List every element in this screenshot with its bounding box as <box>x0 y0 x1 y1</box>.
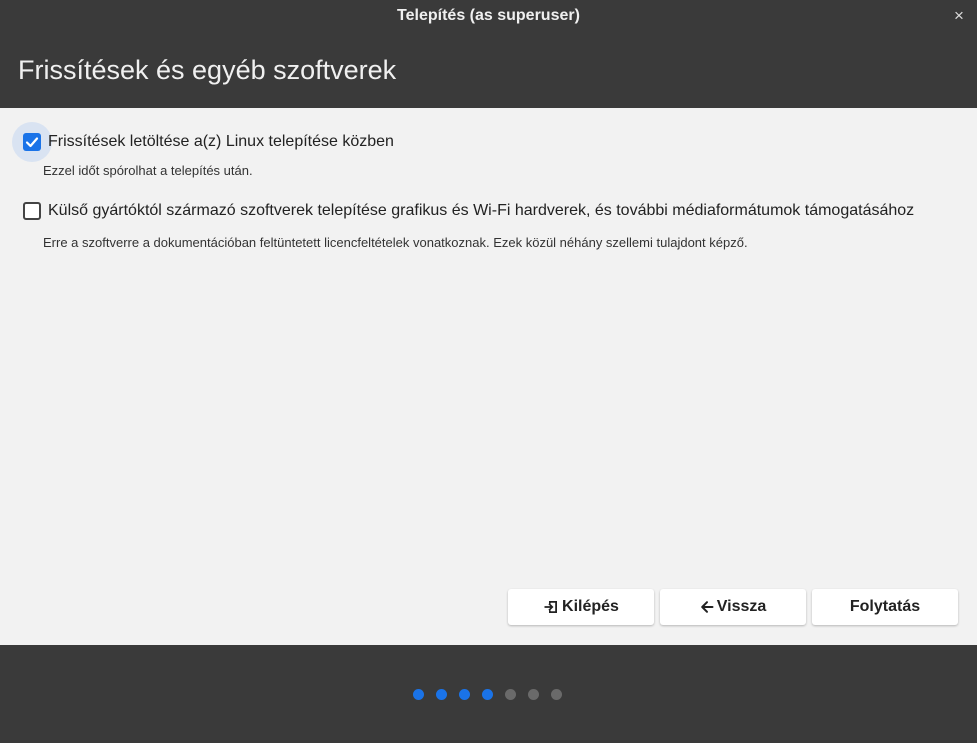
progress-dot-completed <box>459 689 470 700</box>
progress-dot-completed <box>436 689 447 700</box>
window-title: Telepítés (as superuser) <box>397 7 580 24</box>
third-party-software-label[interactable]: Külső gyártóktól származó szoftverek tel… <box>48 202 914 220</box>
progress-dot-pending <box>551 689 562 700</box>
progress-dot-pending <box>505 689 516 700</box>
continue-button[interactable]: Folytatás <box>812 589 958 625</box>
footer <box>0 645 977 743</box>
exit-icon <box>544 601 558 613</box>
progress-dot-completed <box>413 689 424 700</box>
main-content: Frissítések letöltése a(z) Linux telepít… <box>0 108 977 645</box>
third-party-software-checkbox[interactable] <box>12 191 52 231</box>
quit-button[interactable]: Kilépés <box>508 589 654 625</box>
back-button-label: Vissza <box>716 598 767 615</box>
download-updates-checkbox[interactable] <box>12 122 52 162</box>
arrow-left-icon <box>700 601 714 613</box>
progress-dot-completed <box>482 689 493 700</box>
quit-button-label: Kilépés <box>562 598 619 615</box>
checkmark-icon <box>23 133 41 151</box>
progress-dot-pending <box>528 689 539 700</box>
page-title: Frissítések és egyéb szoftverek <box>18 55 397 85</box>
close-icon[interactable]: × <box>951 7 967 25</box>
title-bar: Telepítés (as superuser) × <box>0 0 977 34</box>
third-party-software-description: Erre a szoftverre a dokumentációban felt… <box>43 235 748 250</box>
continue-button-label: Folytatás <box>849 598 921 615</box>
back-button[interactable]: Vissza <box>660 589 806 625</box>
progress-indicator <box>413 689 562 700</box>
download-updates-description: Ezzel időt spórolhat a telepítés után. <box>43 163 253 178</box>
unchecked-box-icon <box>23 202 41 220</box>
page-header: Frissítések és egyéb szoftverek <box>0 34 977 108</box>
download-updates-label[interactable]: Frissítések letöltése a(z) Linux telepít… <box>48 133 394 151</box>
